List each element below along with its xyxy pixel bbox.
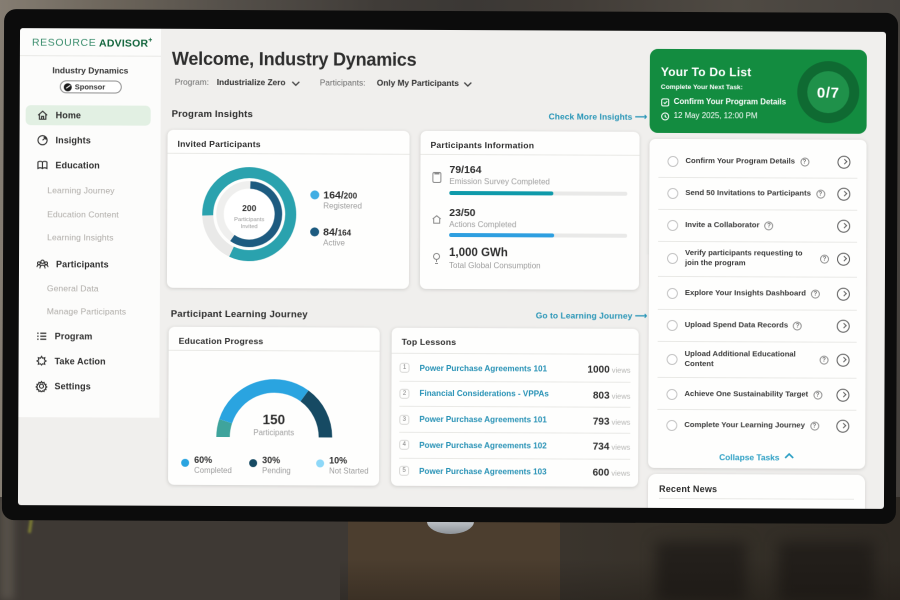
svg-text:Participants: Participants [234, 217, 264, 223]
svg-text:Invited: Invited [241, 224, 258, 230]
svg-text:200: 200 [242, 203, 256, 213]
svg-text:0/7: 0/7 [817, 84, 840, 101]
